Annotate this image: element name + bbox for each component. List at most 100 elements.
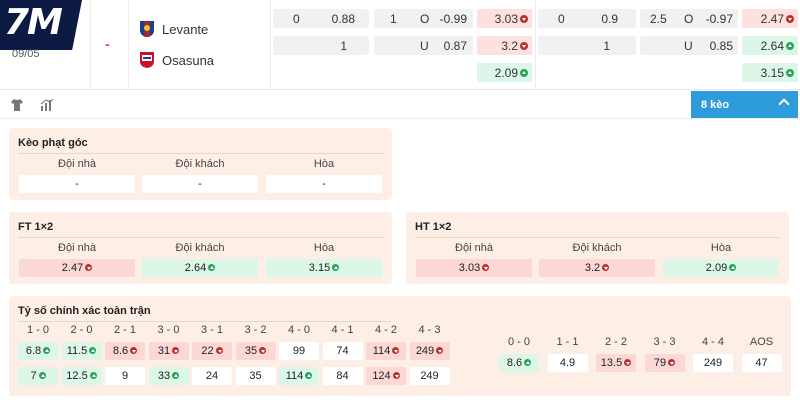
ft-handicap-away[interactable]: 1: [273, 36, 369, 55]
score-odd-box[interactable]: 249: [693, 354, 733, 372]
ft-1x2-home-value[interactable]: 2.47: [19, 259, 135, 277]
ht-1x2-panel: HT 1×2 Đội nhà Đội khách Hòa 3.03 3.2 2.…: [406, 212, 789, 284]
ht-1x2-away-value[interactable]: 3.2: [539, 259, 655, 277]
home-team[interactable]: Levante: [139, 19, 208, 39]
more-odds-label: 8 kèo: [701, 98, 730, 111]
ht-under-odd: 0.85: [709, 38, 733, 53]
score-odd-box[interactable]: 31: [148, 342, 189, 360]
away-team[interactable]: Osasuna: [139, 50, 214, 70]
score-odd-box[interactable]: 249: [409, 342, 450, 360]
col-home: Đội nhà: [58, 242, 96, 254]
score-odd-box[interactable]: 12.5: [61, 367, 102, 385]
value: 84: [336, 370, 349, 382]
arrow-up-icon: [305, 372, 313, 379]
score-odd-box[interactable]: 24: [192, 367, 232, 385]
score-odd-box[interactable]: 33: [148, 367, 189, 385]
arrow-down-icon: [392, 347, 400, 354]
col-draw: Hòa: [313, 242, 335, 254]
arrow-down-icon: [130, 347, 138, 354]
ht-handicap-home[interactable]: 0 0.9: [538, 9, 636, 28]
ft-1x2-draw-odd: 2.09: [494, 65, 518, 80]
score-odd-box[interactable]: 22: [192, 342, 232, 360]
score-odd-box[interactable]: 35: [235, 367, 276, 385]
away-team-name: Osasuna: [162, 52, 215, 68]
home-team-name: Levante: [162, 21, 209, 37]
arrow-up-icon: [89, 347, 97, 354]
ht-1x2-home-value[interactable]: 3.03: [416, 259, 532, 277]
corner-away-value[interactable]: -: [142, 175, 258, 193]
ht-1x2-draw-value[interactable]: 2.09: [663, 259, 779, 277]
ht-over[interactable]: 2.5 O -0.97: [640, 9, 738, 28]
score-odd-box[interactable]: 7: [18, 367, 58, 385]
ht-1x2-home[interactable]: 2.47: [742, 9, 798, 28]
over-odd: -0.99: [439, 11, 467, 26]
ft-1x2-away-value[interactable]: 2.64: [142, 259, 258, 277]
handicap-home-odd: 0.88: [331, 11, 355, 26]
ht-handicap-away[interactable]: 1: [538, 36, 636, 55]
corner-home-value[interactable]: -: [19, 175, 135, 193]
corner-draw-value[interactable]: -: [266, 175, 382, 193]
score-odd-box[interactable]: 47: [741, 354, 782, 372]
score-odd-box[interactable]: 84: [322, 367, 363, 385]
score-odd-box[interactable]: 9: [105, 367, 145, 385]
value: 4 - 4: [701, 336, 724, 348]
ft-1x2-home-odd: 3.03: [494, 11, 518, 26]
shirt-icon[interactable]: [10, 98, 24, 112]
value: 35: [244, 345, 258, 357]
match-score: -: [105, 36, 110, 52]
value: 8.6: [506, 357, 523, 369]
under-odd: 0.87: [443, 38, 467, 53]
match-date: 09/05: [12, 48, 40, 60]
ft-1x2-home[interactable]: 3.03: [477, 9, 532, 28]
value: 4.9: [559, 357, 576, 369]
arrow-up-icon: [172, 372, 180, 379]
ht-1x2-draw[interactable]: 3.15: [742, 63, 798, 82]
score-odd-box[interactable]: 6.8: [18, 342, 58, 360]
score-odd-box[interactable]: 35: [235, 342, 276, 360]
value: 35: [249, 370, 262, 382]
ft-1x2-draw[interactable]: 2.09: [477, 63, 532, 82]
more-odds-button[interactable]: 8 kèo: [691, 91, 798, 118]
score-odd-box[interactable]: 74: [322, 342, 363, 360]
arrow-up-icon: [729, 264, 737, 271]
value: 12.5: [66, 370, 88, 382]
value: 1 - 0: [26, 324, 49, 336]
value: 9: [121, 370, 129, 382]
score-odd-box[interactable]: 114: [366, 342, 406, 360]
score-label: 1 - 1: [548, 336, 588, 348]
ft-over[interactable]: 1 O -0.99: [374, 9, 473, 28]
score-label: 2 - 2: [596, 336, 636, 348]
value: 3.15: [308, 262, 331, 274]
score-label: 2 - 1: [105, 324, 145, 336]
ft-under[interactable]: U 0.87: [374, 36, 473, 55]
arrow-up-icon: [332, 264, 340, 271]
value: 8.6: [112, 345, 129, 357]
score-odd-box[interactable]: 249: [409, 367, 450, 385]
toolbar: [0, 91, 800, 119]
ht-under-label: U: [684, 38, 693, 53]
score-odd-box[interactable]: 4.9: [547, 354, 588, 372]
arrow-down-icon: [482, 264, 490, 271]
ht-over-label: O: [684, 11, 694, 26]
score-odd-box[interactable]: 114: [279, 367, 319, 385]
arrow-down-icon: [520, 41, 528, 50]
arrow-down-icon: [215, 347, 223, 354]
ft-handicap-home[interactable]: 0 0.88: [273, 9, 369, 28]
score-odd-box[interactable]: 8.6: [105, 342, 145, 360]
score-odd-box[interactable]: 11.5: [61, 342, 102, 360]
ht-over-odd: -0.97: [705, 11, 733, 26]
score-odd-box[interactable]: 79: [644, 354, 685, 372]
stats-icon[interactable]: [40, 98, 54, 112]
ft-1x2-draw-value[interactable]: 3.15: [266, 259, 382, 277]
ht-1x2-away[interactable]: 2.64: [742, 36, 798, 55]
score-odd-box[interactable]: 124: [366, 367, 406, 385]
score-odd-box[interactable]: 99: [279, 342, 319, 360]
ht-under[interactable]: U 0.85: [640, 36, 738, 55]
score-label: 4 - 1: [323, 324, 363, 336]
arrow-up-icon: [43, 347, 51, 354]
value: AOS: [749, 336, 774, 348]
value: 249: [415, 345, 435, 357]
ft-1x2-away[interactable]: 3.2: [477, 36, 532, 55]
score-odd-box[interactable]: 13.5: [596, 354, 636, 372]
score-odd-box[interactable]: 8.6: [499, 354, 539, 372]
